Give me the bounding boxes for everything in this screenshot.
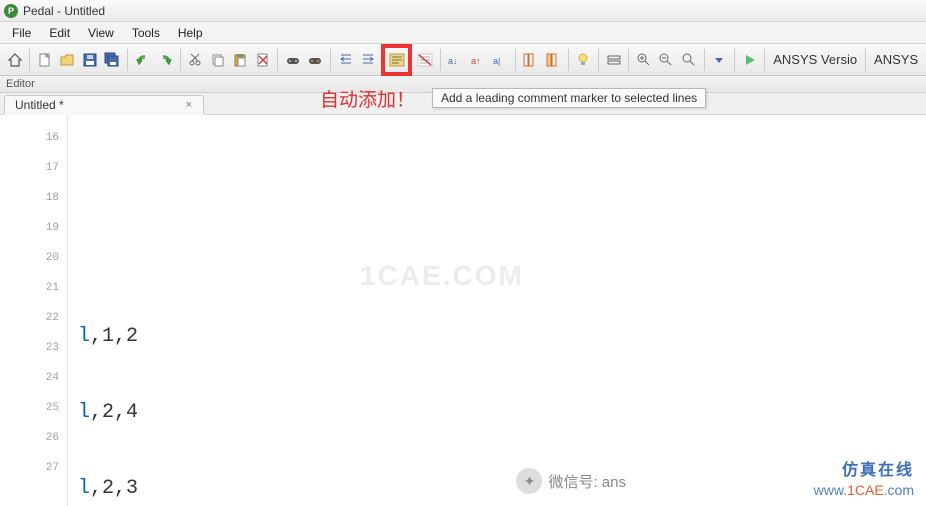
zoom-out-icon[interactable]: [656, 48, 677, 72]
menu-view[interactable]: View: [80, 24, 122, 42]
footer-overlay: 仿真在线 www.1CAE.com: [814, 456, 914, 498]
redo-icon[interactable]: [154, 48, 175, 72]
comment-lines-icon[interactable]: [386, 49, 408, 71]
highlighted-toolbar-button: [381, 44, 412, 76]
save-icon[interactable]: [79, 48, 100, 72]
line-number: 26: [0, 423, 59, 453]
align-icon[interactable]: a|: [489, 48, 510, 72]
dropdown-icon[interactable]: [709, 48, 730, 72]
wechat-overlay: ✦ 微信号: ans: [516, 468, 626, 494]
title-bar: P Pedal - Untitled: [0, 0, 926, 22]
line-number: 27: [0, 453, 59, 483]
code-line: [78, 169, 926, 199]
code-line: l,1,2: [78, 321, 926, 351]
annotation-callout: 自动添加！: [320, 85, 415, 112]
tab-close-icon[interactable]: ×: [183, 99, 195, 111]
line-number: 22: [0, 303, 59, 333]
code-content[interactable]: l,1,2 l,2,4 l,2,3 ! Displays the selecte…: [68, 115, 926, 506]
run-icon[interactable]: [739, 48, 760, 72]
menu-edit[interactable]: Edit: [41, 24, 78, 42]
paste-icon[interactable]: [230, 48, 251, 72]
line-number: 19: [0, 213, 59, 243]
svg-text:a↑: a↑: [471, 56, 481, 66]
line-number: 18: [0, 183, 59, 213]
line-number: 21: [0, 273, 59, 303]
code-line: l,2,3: [78, 473, 926, 503]
menu-help[interactable]: Help: [170, 24, 211, 42]
sort-za-icon[interactable]: a↑: [467, 48, 488, 72]
tab-untitled[interactable]: Untitled * ×: [4, 95, 204, 115]
toolbar-ansys[interactable]: ANSYS: [870, 52, 922, 67]
line-number-gutter: 16 17 18 19 20 21 22 23 24 25 26 27: [0, 115, 68, 506]
zoom-reset-icon[interactable]: [678, 48, 699, 72]
sort-az-icon[interactable]: a↓: [445, 48, 466, 72]
copy-icon[interactable]: [207, 48, 228, 72]
menu-file[interactable]: File: [4, 24, 39, 42]
column-mode-icon[interactable]: [520, 48, 541, 72]
toolbar: a↓ a↑ a| ANSYS Versio ANSYS: [0, 44, 926, 76]
menu-bar: File Edit View Tools Help: [0, 22, 926, 44]
tab-label: Untitled *: [15, 98, 64, 112]
line-number: 24: [0, 363, 59, 393]
gamepad-alt-icon[interactable]: [305, 48, 326, 72]
code-editor[interactable]: 16 17 18 19 20 21 22 23 24 25 26 27 l,1,…: [0, 115, 926, 506]
code-line: [78, 245, 926, 275]
wechat-icon: ✦: [516, 468, 542, 494]
menu-tools[interactable]: Tools: [124, 24, 168, 42]
uncomment-lines-icon[interactable]: [414, 48, 435, 72]
line-number: 23: [0, 333, 59, 363]
wechat-label: 微信号: ans: [548, 471, 626, 492]
delete-icon[interactable]: [252, 48, 273, 72]
save-all-icon[interactable]: [102, 48, 123, 72]
settings-icon[interactable]: [603, 48, 624, 72]
tooltip: Add a leading comment marker to selected…: [432, 88, 706, 108]
line-number: 25: [0, 393, 59, 423]
new-file-icon[interactable]: [34, 48, 55, 72]
cut-icon[interactable]: [185, 48, 206, 72]
code-line: l,2,4: [78, 397, 926, 427]
lightbulb-icon[interactable]: [573, 48, 594, 72]
undo-icon[interactable]: [132, 48, 153, 72]
indent-decrease-icon[interactable]: [335, 48, 356, 72]
svg-text:a↓: a↓: [448, 56, 458, 66]
home-icon[interactable]: [4, 48, 25, 72]
line-number: 16: [0, 123, 59, 153]
footer-cn-text: 仿真在线: [842, 456, 914, 480]
line-number: 20: [0, 243, 59, 273]
window-title: Pedal - Untitled: [23, 4, 105, 18]
footer-url: www.1CAE.com: [814, 482, 914, 498]
svg-text:a|: a|: [493, 56, 500, 66]
toolbar-ansys-version[interactable]: ANSYS Versio: [769, 52, 861, 67]
line-number: 17: [0, 153, 59, 183]
gamepad-icon[interactable]: [282, 48, 303, 72]
zoom-in-icon[interactable]: [633, 48, 654, 72]
column-select-icon[interactable]: [542, 48, 563, 72]
indent-increase-icon[interactable]: [358, 48, 379, 72]
open-folder-icon[interactable]: [57, 48, 78, 72]
app-icon: P: [4, 4, 18, 18]
